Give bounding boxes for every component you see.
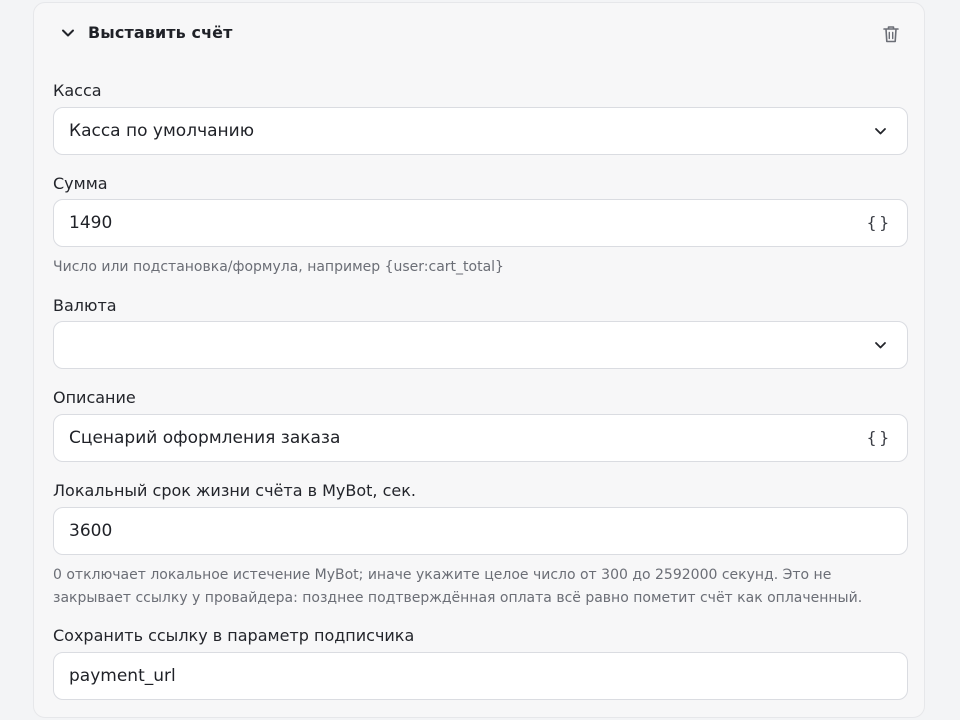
opisanie-label: Описание — [53, 388, 136, 407]
chevron-down-icon[interactable] — [874, 125, 887, 138]
ttl-label: Локальный срок жизни счёта в MyBot, сек. — [53, 481, 416, 500]
kassa-label: Касса — [53, 81, 102, 100]
braces-icon[interactable]: {} — [867, 428, 892, 447]
block-header[interactable]: Выставить счёт — [34, 3, 924, 65]
ttl-hint-line2: закрывает ссылку у провайдера: позднее п… — [53, 590, 863, 606]
valuta-select[interactable] — [53, 321, 908, 369]
ttl-input-value: 3600 — [69, 521, 113, 541]
summa-input-value: 1490 — [69, 213, 113, 233]
summa-hint: Число или подстановка/формула, например … — [53, 259, 504, 275]
opisanie-input-value: Сценарий оформления заказа — [69, 428, 341, 448]
trash-icon[interactable] — [882, 24, 900, 44]
ttl-hint-line1: 0 отключает локальное истечение MyBot; и… — [53, 567, 832, 583]
chevron-down-icon[interactable] — [874, 339, 887, 352]
kassa-select-value: Касса по умолчанию — [69, 121, 255, 141]
invoice-block-card: Выставить счёт Касса Касса по умолчанию … — [33, 2, 925, 718]
save-param-label: Сохранить ссылку в параметр подписчика — [53, 626, 415, 645]
save-param-input-value: payment_url — [69, 666, 176, 686]
ttl-input[interactable]: 3600 — [53, 507, 908, 555]
summa-input[interactable]: 1490 {} — [53, 199, 908, 247]
valuta-label: Валюта — [53, 296, 117, 315]
summa-label: Сумма — [53, 174, 108, 193]
block-title: Выставить счёт — [88, 23, 233, 42]
chevron-down-icon[interactable] — [61, 26, 75, 40]
braces-icon[interactable]: {} — [867, 213, 892, 232]
save-param-input[interactable]: payment_url — [53, 652, 908, 700]
opisanie-input[interactable]: Сценарий оформления заказа {} — [53, 414, 908, 462]
kassa-select[interactable]: Касса по умолчанию — [53, 107, 908, 155]
